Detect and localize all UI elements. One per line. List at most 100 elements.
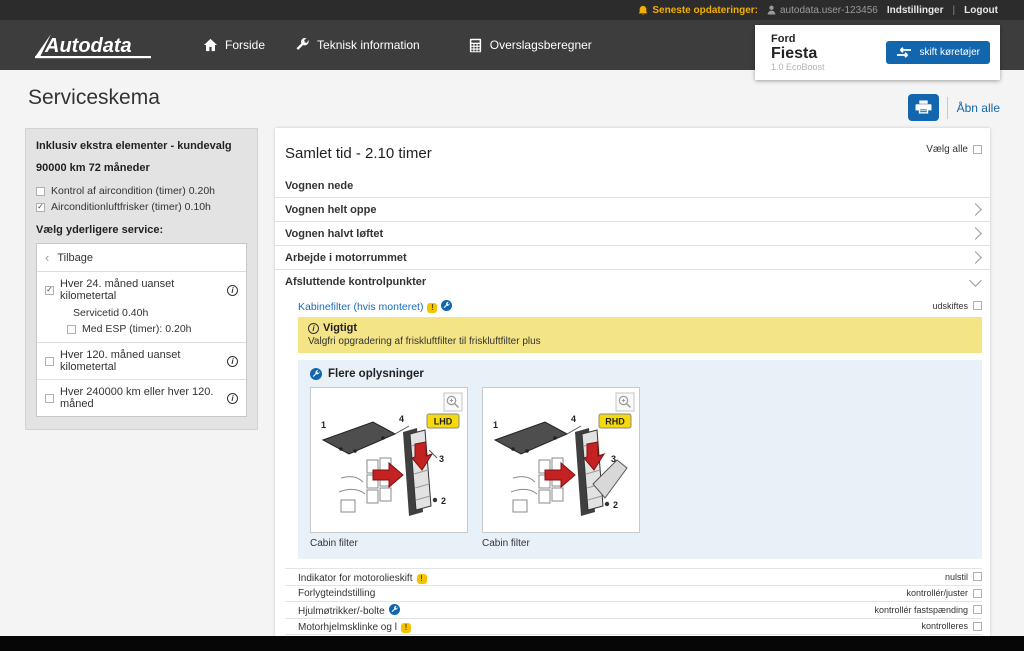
- section-arbejde-i-motorrummet[interactable]: Arbejde i motorrummet: [275, 246, 990, 270]
- service-options-sidebar: Inklusiv ekstra elementer - kundevalg 90…: [25, 128, 258, 430]
- section-list: Vognen nede Vognen helt oppe Vognen halv…: [275, 174, 990, 294]
- image-caption: Cabin filter: [482, 538, 530, 549]
- chevron-right-icon: [969, 203, 982, 216]
- vehicle-variant: 1.0 EcoBoost: [771, 62, 825, 72]
- autodata-logo[interactable]: Autodata: [25, 27, 159, 63]
- select-more-service-label: Vælg yderligere service:: [36, 224, 164, 236]
- checkbox[interactable]: [67, 324, 76, 334]
- nav-item-overslagsberegner[interactable]: Overslagsberegner: [468, 38, 592, 53]
- service-schedule-panel: Samlet tid - 2.10 timer Vælg alle Vognen…: [275, 128, 990, 636]
- checkbox[interactable]: [45, 393, 54, 403]
- page-footer: [0, 636, 1024, 651]
- logged-in-user: autodata.user-123456: [767, 5, 878, 16]
- service-row-24-maaned[interactable]: Hver 24. måned uanset kilometertal i Ser…: [37, 272, 246, 343]
- task-checkbox[interactable]: [973, 588, 982, 598]
- item-forlygteindstilling: Forlygteindstilling kontrollér/juster: [285, 586, 982, 602]
- info-icon[interactable]: i: [227, 392, 238, 404]
- chevron-right-icon: [969, 227, 982, 240]
- info-icon: i: [308, 322, 319, 334]
- image-caption: Cabin filter: [310, 538, 358, 549]
- chevron-down-icon: [969, 273, 982, 287]
- rhd-badge: RHD: [598, 413, 632, 429]
- service-row-240000-km[interactable]: Hver 240000 km eller hver 120. måned i: [37, 380, 246, 416]
- svg-text:4: 4: [571, 414, 576, 424]
- sidebar-heading: Inklusiv ekstra elementer - kundevalg: [36, 140, 232, 152]
- checkbox-checked[interactable]: [36, 202, 45, 212]
- warning-icon: !: [416, 573, 427, 584]
- checkpoint-list: Indikator for motorolieskift! nulstil Fo…: [285, 568, 982, 636]
- option-aircondition-check[interactable]: Kontrol af aircondition (timer) 0.20h: [36, 185, 247, 197]
- section-vognen-halvt-loeftet[interactable]: Vognen halvt løftet: [275, 222, 990, 246]
- svg-text:1: 1: [321, 420, 326, 430]
- switch-vehicle-button[interactable]: skift køretøjer: [886, 41, 990, 64]
- lhd-badge: LHD: [426, 413, 460, 429]
- cabin-filter-row: Kabinefilter (hvis monteret)! udskiftes: [285, 294, 982, 317]
- checkbox[interactable]: [45, 356, 54, 366]
- section-vognen-nede[interactable]: Vognen nede: [275, 174, 990, 198]
- select-all-control[interactable]: Vælg alle: [926, 136, 982, 162]
- chevron-right-icon: [969, 251, 982, 264]
- swap-arrows-icon: [897, 47, 912, 58]
- technical-diagram[interactable]: 1: [310, 387, 468, 533]
- checkbox-checked[interactable]: [45, 285, 54, 295]
- cabin-filter-action[interactable]: udskiftes: [932, 301, 982, 311]
- option-airfreshener[interactable]: Airconditionluftfrisker (timer) 0.10h: [36, 201, 247, 213]
- latest-updates-link[interactable]: Seneste opdateringer:: [638, 5, 758, 16]
- vehicle-make: Ford: [771, 33, 796, 45]
- home-icon: [203, 38, 218, 52]
- afsluttende-expanded-content: Kabinefilter (hvis monteret)! udskiftes …: [275, 294, 990, 559]
- interval-label: 90000 km 72 måneder: [36, 162, 150, 174]
- cabin-filter-link[interactable]: Kabinefilter (hvis monteret): [298, 301, 423, 313]
- repair-info-icon[interactable]: [388, 604, 400, 616]
- svg-text:Autodata: Autodata: [44, 35, 132, 57]
- checkbox[interactable]: [36, 186, 45, 196]
- warning-icon: !: [400, 623, 411, 634]
- svg-text:2: 2: [613, 500, 618, 510]
- top-utility-bar: Seneste opdateringer: autodata.user-1234…: [0, 0, 1024, 20]
- nav-item-forside[interactable]: Forside: [203, 38, 265, 52]
- open-all-link[interactable]: Åbn alle: [957, 101, 1000, 115]
- bell-icon: [639, 5, 648, 15]
- service-time-detail: Servicetid 0.40h: [73, 307, 149, 319]
- service-row-120-maaned[interactable]: Hver 120. måned uanset kilometertal i: [37, 343, 246, 380]
- svg-text:LHD: LHD: [434, 417, 453, 427]
- cabin-filter-image-lhd: 1 4 3 2 LHD Cabin filter: [310, 387, 468, 549]
- cabin-filter-image-rhd: 1 4 3 2 RHD Cabin filter: [482, 387, 640, 549]
- svg-text:3: 3: [611, 454, 616, 464]
- printer-icon: [915, 100, 932, 114]
- info-icon[interactable]: i: [227, 355, 238, 367]
- chevron-left-icon: ‹: [45, 250, 50, 265]
- svg-text:1: 1: [493, 420, 498, 430]
- item-motorhjelmsklinke: Motorhjelmsklinke og l! kontrolleres: [285, 619, 982, 635]
- topbar-separator: |: [952, 4, 956, 16]
- item-hjulmoetrikker-bolte: Hjulmøtrikker/-bolte kontrollér fastspæn…: [285, 602, 982, 619]
- service-interval-list: ‹ Tilbage Hver 24. måned uanset kilomete…: [36, 243, 247, 417]
- print-button[interactable]: [907, 94, 939, 121]
- nav-item-teknisk-information[interactable]: Teknisk information: [295, 37, 420, 53]
- svg-text:4: 4: [399, 414, 404, 424]
- section-vognen-helt-oppe[interactable]: Vognen helt oppe: [275, 198, 990, 222]
- svg-text:RHD: RHD: [605, 417, 625, 427]
- settings-link[interactable]: Indstillinger: [887, 5, 944, 16]
- task-checkbox[interactable]: [973, 605, 982, 615]
- total-time-heading: Samlet tid - 2.10 timer: [285, 145, 432, 162]
- select-all-checkbox[interactable]: [973, 144, 982, 154]
- repair-info-icon[interactable]: [441, 299, 453, 311]
- wrench-icon: [296, 37, 309, 50]
- section-afsluttende-kontrolpunkter[interactable]: Afsluttende kontrolpunkter: [275, 270, 990, 294]
- vehicle-model: Fiesta: [771, 45, 818, 62]
- page-content: Serviceskema Åbn alle Inklusiv ekstra el…: [0, 70, 1024, 636]
- task-checkbox[interactable]: [973, 572, 982, 582]
- magnifier-icon[interactable]: [615, 392, 635, 412]
- vehicle-info: Ford Fiesta 1.0 EcoBoost: [771, 33, 825, 72]
- task-checkbox[interactable]: [973, 301, 982, 310]
- logout-link[interactable]: Logout: [964, 5, 998, 16]
- info-icon[interactable]: i: [227, 284, 238, 296]
- magnifier-icon[interactable]: [443, 392, 463, 412]
- nav-menu: Forside Teknisk information Overslagsber…: [203, 37, 592, 53]
- task-checkbox[interactable]: [973, 621, 982, 631]
- svg-text:2: 2: [441, 496, 446, 506]
- esp-suboption[interactable]: Med ESP (timer): 0.20h: [67, 323, 238, 335]
- technical-diagram[interactable]: 1: [482, 387, 640, 533]
- back-row[interactable]: ‹ Tilbage: [37, 244, 246, 272]
